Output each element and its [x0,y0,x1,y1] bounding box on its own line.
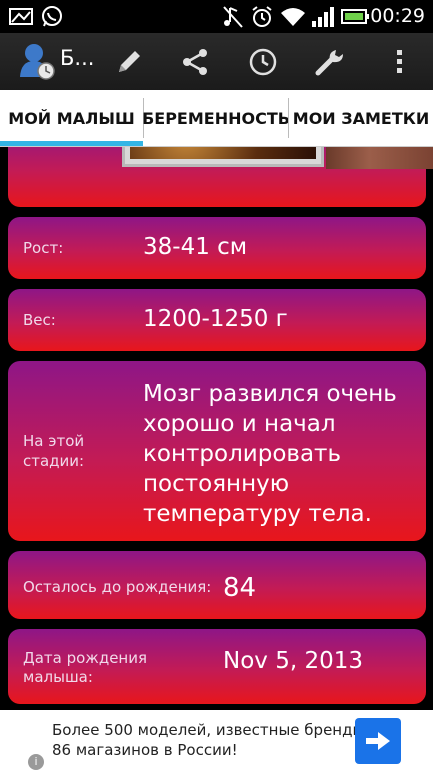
overflow-menu-button[interactable] [375,37,425,87]
due-date-label-line1: Дата рождения [23,649,147,667]
tab-my-baby[interactable]: МОЙ МАЛЫШ [0,90,143,146]
wifi-icon [281,8,305,26]
tab-bar: МОЙ МАЛЫШ БЕРЕМЕННОСТЬ МОИ ЗАМЕТКИ [0,90,433,147]
app-logo-icon[interactable] [17,41,57,81]
history-button[interactable] [238,37,288,87]
weight-value: 1200-1250 г [143,306,288,332]
action-bar: Б... [0,33,433,90]
photo-card [8,147,433,207]
due-date-card: Дата рождения малыша: Nov 5, 2013 [8,629,426,704]
share-icon [183,49,207,75]
pencil-icon [119,51,140,72]
ultrasound-image [130,147,316,159]
whatsapp-icon [42,6,62,27]
tab-my-notes[interactable]: МОИ ЗАМЕТКИ [289,90,433,146]
height-value: 38-41 см [143,234,248,260]
image-notification-icon [9,8,33,25]
settings-button[interactable] [305,37,355,87]
remaining-label: Осталось до рождения: [23,578,212,596]
ad-open-button[interactable] [355,718,401,764]
wrench-icon [315,50,343,76]
weight-card: Вес: 1200-1250 г [8,289,426,351]
ad-text-line1: Более 500 моделей, известные бренды, [52,721,370,739]
signal-icon [312,7,334,27]
clock-icon [249,48,277,76]
share-button[interactable] [170,37,220,87]
stage-label-line1: На этой [23,432,85,450]
edit-button[interactable] [104,37,154,87]
baby-info-scroll[interactable]: Рост: 38-41 см Вес: 1200-1250 г На этой … [0,147,433,710]
due-date-value: Nov 5, 2013 [223,648,363,674]
ultrasound-photo[interactable] [122,147,324,167]
remaining-value: 84 [223,573,257,603]
tab-pregnancy[interactable]: БЕРЕМЕННОСТЬ [142,90,290,146]
stage-description: Мозг развился очень хорошо и начал контр… [143,381,397,527]
due-date-label: Дата рождения малыша: [23,649,147,687]
due-date-label-line2: малыша: [23,668,93,686]
arrow-right-icon [366,732,390,750]
stage-label: На этой стадии: [23,431,84,471]
ad-text[interactable]: Более 500 моделей, известные бренды, 86 … [52,720,369,760]
app-title[interactable]: Б... [60,46,94,70]
weight-label: Вес: [23,311,56,329]
overflow-menu-icon [397,50,402,73]
baby-photo[interactable] [326,147,433,169]
remaining-days-card: Осталось до рождения: 84 [8,551,426,619]
ad-text-line2: 86 магазинов в России! [52,741,238,759]
stage-label-line2: стадии: [23,452,85,470]
music-muted-icon [223,6,243,28]
battery-icon [341,9,369,24]
status-bar: 00:29 [0,0,433,33]
ad-info-icon[interactable]: i [28,754,44,770]
height-label: Рост: [23,239,64,257]
stage-card: На этой стадии: Мозг развился очень хоро… [8,361,426,541]
active-tab-indicator [0,141,143,146]
alarm-icon [252,6,272,27]
ad-banner[interactable]: Более 500 моделей, известные бренды, 86 … [0,710,433,770]
clock-time: 00:29 [370,5,425,27]
height-card: Рост: 38-41 см [8,217,426,279]
